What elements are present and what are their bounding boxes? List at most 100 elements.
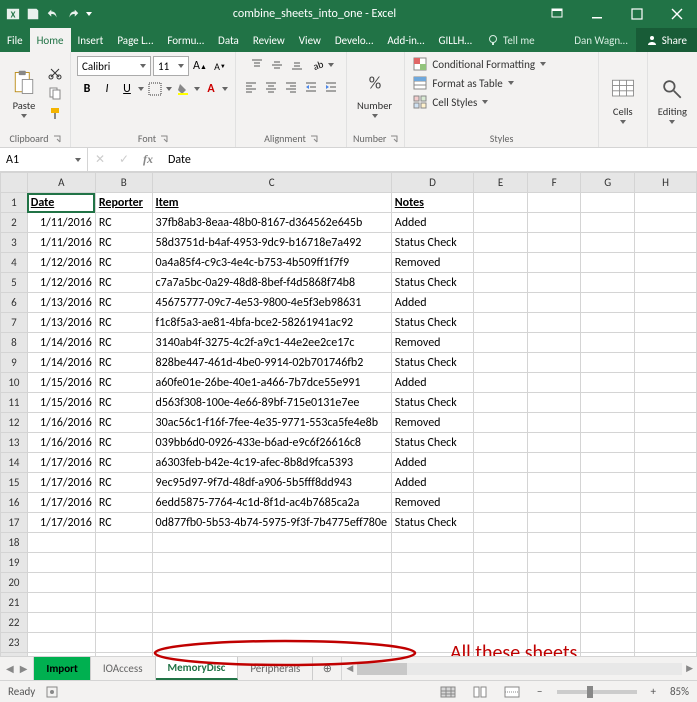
cell[interactable] [527,353,581,373]
grow-font-button[interactable]: A▲ [191,57,209,75]
cell[interactable]: RC [95,253,152,273]
cell[interactable] [391,573,473,593]
paste-button[interactable]: Paste [6,67,42,120]
horizontal-scrollbar[interactable]: ◀ ▶ [341,657,697,680]
cell[interactable]: Status Check [391,233,473,253]
cell[interactable]: 1/14/2016 [27,333,95,353]
accept-formula-button[interactable]: ✓ [112,152,136,167]
cell[interactable]: RC [95,233,152,253]
cell[interactable]: 828be447-461d-4be0-9914-02b701746fb2 [152,353,391,373]
increase-indent-button[interactable] [322,78,340,96]
zoom-in-button[interactable]: + [647,685,660,698]
cell[interactable]: 30ac56c1-f16f-7fee-4e35-9771-553ca5fe4e8… [152,413,391,433]
bold-button[interactable]: B [78,80,96,98]
cell[interactable] [391,653,473,657]
cell[interactable]: Added [391,373,473,393]
cell[interactable] [635,593,697,613]
tab-addins[interactable]: Add-in… [380,28,431,52]
share-button[interactable]: Share [636,28,697,52]
cell[interactable] [581,493,635,513]
row-header[interactable]: 18 [1,533,28,553]
cell[interactable] [581,193,635,213]
cell[interactable] [581,553,635,573]
row-header[interactable]: 12 [1,413,28,433]
cell[interactable] [474,573,528,593]
cell[interactable] [581,633,635,653]
cell[interactable]: Status Check [391,353,473,373]
cell[interactable] [635,553,697,573]
cell[interactable]: RC [95,493,152,513]
align-top-button[interactable] [248,56,266,74]
row-header[interactable]: 19 [1,553,28,573]
cell[interactable] [27,533,95,553]
row-header[interactable]: 15 [1,473,28,493]
cell[interactable]: 45675777-09c7-4e53-9800-4e5f3eb98631 [152,293,391,313]
cell[interactable] [474,333,528,353]
cell[interactable] [474,373,528,393]
cell[interactable] [635,413,697,433]
cell[interactable] [474,433,528,453]
cell[interactable] [474,653,528,657]
sheet-tab-ioaccess[interactable]: IOAccess [91,657,156,680]
undo-icon[interactable] [46,7,60,21]
tab-gillh[interactable]: GILLH… [432,28,479,52]
cell[interactable] [635,493,697,513]
cell[interactable]: a60fe01e-26be-40e1-a466-7b7dce55e991 [152,373,391,393]
cell[interactable] [581,373,635,393]
font-color-dropdown[interactable] [222,87,228,91]
format-as-table-button[interactable]: Format as Table [411,75,515,91]
row-header[interactable]: 11 [1,393,28,413]
col-header-G[interactable]: G [581,173,635,193]
cell[interactable] [581,393,635,413]
border-button[interactable] [146,80,164,98]
cell[interactable] [527,453,581,473]
cell[interactable]: 1/17/2016 [27,513,95,533]
cell[interactable] [581,313,635,333]
cell[interactable]: 1/13/2016 [27,313,95,333]
cell[interactable]: RC [95,513,152,533]
row-header[interactable]: 1 [1,193,28,213]
cell[interactable]: 0d877fb0-5b53-4b74-5975-9f3f-7b4775eff78… [152,513,391,533]
cell[interactable]: Removed [391,413,473,433]
cell[interactable]: RC [95,413,152,433]
cell[interactable] [152,533,391,553]
cell[interactable] [581,353,635,373]
cell[interactable] [581,613,635,633]
row-header[interactable]: 16 [1,493,28,513]
cell[interactable] [635,213,697,233]
editing-button[interactable]: Editing [654,73,691,126]
cell[interactable] [95,533,152,553]
cells-button[interactable]: Cells [605,73,641,126]
tab-view[interactable]: View [292,28,328,52]
cell[interactable] [581,453,635,473]
cell[interactable] [527,493,581,513]
dialog-launcher-icon[interactable] [310,135,318,143]
cell[interactable] [527,273,581,293]
dialog-launcher-icon[interactable] [160,135,168,143]
cell[interactable] [391,613,473,633]
cell[interactable] [581,333,635,353]
cell[interactable] [527,253,581,273]
cell[interactable] [581,513,635,533]
cell[interactable]: 1/16/2016 [27,413,95,433]
cell[interactable]: Removed [391,333,473,353]
conditional-formatting-button[interactable]: Conditional Formatting [411,56,548,72]
cell[interactable] [527,333,581,353]
cell[interactable]: 37fb8ab3-8eaa-48b0-8167-d364562e645b [152,213,391,233]
cell[interactable] [391,593,473,613]
cell[interactable] [635,253,697,273]
cell[interactable] [527,293,581,313]
cell[interactable] [635,233,697,253]
col-header-F[interactable]: F [527,173,581,193]
cell[interactable] [635,433,697,453]
cell[interactable]: 1/17/2016 [27,493,95,513]
cell-styles-button[interactable]: Cell Styles [411,94,490,110]
shrink-font-button[interactable]: A▼ [211,57,229,75]
row-header[interactable]: 4 [1,253,28,273]
cell[interactable] [527,473,581,493]
cell[interactable] [581,233,635,253]
row-header[interactable]: 8 [1,333,28,353]
cell[interactable]: RC [95,293,152,313]
cell[interactable] [527,233,581,253]
italic-button[interactable]: I [98,80,116,98]
